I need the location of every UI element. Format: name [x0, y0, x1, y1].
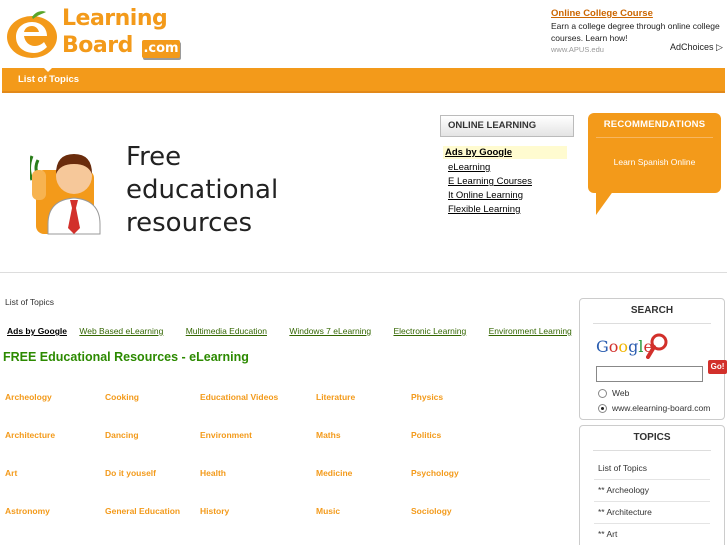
topic-link[interactable]: Archeology [5, 392, 52, 402]
topic-link[interactable]: Sociology [411, 506, 452, 516]
topic-link[interactable]: Physics [411, 392, 443, 402]
site-logo[interactable]: Learning Board .com [6, 5, 181, 61]
search-go-button[interactable]: Go! [708, 360, 727, 374]
topic-grid: Archeology Cooking Educational Videos Liter… [5, 392, 485, 545]
online-learning-link[interactable]: Flexible Learning [448, 204, 567, 215]
online-learning-link[interactable]: It Online Learning [448, 190, 567, 201]
breadcrumb[interactable]: List of Topics [5, 297, 54, 307]
recommendations-divider [596, 137, 713, 138]
logo-word-board: Board [62, 33, 133, 58]
nav-item-list-of-topics[interactable]: List of Topics [18, 74, 79, 85]
hero-line: Free [126, 142, 182, 172]
topic-link[interactable]: General Education [105, 506, 180, 516]
topic-separator [594, 501, 710, 502]
section-divider [0, 272, 727, 273]
topic-link[interactable]: History [200, 506, 229, 516]
google-logo: Google [596, 337, 653, 356]
ad-link[interactable]: Multimedia Education [186, 326, 267, 336]
topics-divider [593, 450, 711, 451]
hero-tagline: Free educational resources [126, 141, 278, 240]
topic-link[interactable]: Maths [316, 430, 341, 440]
topic-link[interactable]: Psychology [411, 468, 459, 478]
hero-line: educational [126, 175, 279, 205]
ads-by-google-link[interactable]: Ads by Google [443, 146, 567, 159]
radio-web-label: Web [612, 388, 630, 398]
search-title: SEARCH [630, 305, 674, 316]
ad-link[interactable]: Environment Learning [489, 326, 572, 336]
radio-site-label: www.elearning-board.com [612, 403, 711, 413]
ad-link[interactable]: Web Based eLearning [79, 326, 163, 336]
page-title: FREE Educational Resources - eLearning [3, 350, 249, 364]
sidebar-topic-link[interactable]: List of Topics [598, 463, 647, 473]
search-divider [593, 323, 711, 324]
nav-notch [44, 68, 52, 72]
online-learning-links: Ads by Google eLearning E Learning Cours… [443, 146, 567, 215]
ads-by-google-link[interactable]: Ads by Google [7, 326, 67, 336]
topic-link[interactable]: Architecture [5, 430, 55, 440]
topic-link[interactable]: Do it youself [105, 468, 156, 478]
topic-link[interactable]: Literature [316, 392, 355, 402]
topic-separator [594, 523, 710, 524]
student-illustration-icon [30, 154, 101, 235]
adchoices-link[interactable]: AdChoices ▷ [670, 42, 723, 53]
topic-link[interactable]: Health [200, 468, 226, 478]
ad-link[interactable]: Windows 7 eLearning [289, 326, 371, 336]
topic-link[interactable]: Cooking [105, 392, 139, 402]
ad-links-bar: Ads by Google Web Based eLearning Multim… [7, 326, 572, 336]
sidebar-topic-link[interactable]: ** Art [598, 529, 617, 539]
topic-link[interactable]: Educational Videos [200, 392, 278, 402]
topic-link[interactable]: Politics [411, 430, 441, 440]
online-learning-link[interactable]: E Learning Courses [448, 176, 567, 187]
topic-link[interactable]: Environment [200, 430, 252, 440]
main-nav: List of Topics [2, 68, 725, 93]
logo-word-learning: Learning [62, 6, 168, 31]
radio-web-option[interactable]: Web [598, 388, 629, 398]
hero-line: resources [126, 208, 253, 238]
topic-link[interactable]: Medicine [316, 468, 352, 478]
magnifier-icon [646, 333, 668, 359]
recommendation-link[interactable]: Learn Spanish Online [588, 157, 721, 167]
topic-link[interactable]: Dancing [105, 430, 139, 440]
search-panel [579, 298, 725, 420]
apple-e-logo-icon [7, 11, 57, 58]
topic-link[interactable]: Music [316, 506, 340, 516]
topics-title: TOPICS [633, 432, 671, 443]
topic-separator [594, 479, 710, 480]
radio-site-option[interactable]: www.elearning-board.com [598, 403, 710, 413]
topic-link[interactable]: Art [5, 468, 17, 478]
radio-site[interactable] [598, 403, 607, 413]
recommendations-tail [596, 190, 614, 215]
recommendations-title: RECOMMENDATIONS [603, 119, 706, 130]
radio-web[interactable] [598, 388, 607, 398]
online-learning-link[interactable]: eLearning [448, 162, 567, 173]
top-ad-title[interactable]: Online College Course [551, 8, 723, 20]
logo-com-badge: .com [142, 40, 180, 58]
ad-link[interactable]: Electronic Learning [393, 326, 466, 336]
sidebar-topic-link[interactable]: ** Architecture [598, 507, 652, 517]
top-ad-text: Earn a college degree through online col… [551, 21, 720, 43]
search-input[interactable] [596, 366, 703, 382]
sidebar-topic-link[interactable]: ** Archeology [598, 485, 649, 495]
online-learning-header: ONLINE LEARNING [440, 115, 574, 137]
topic-link[interactable]: Astronomy [5, 506, 50, 516]
header: Learning Board .com Online College Cours… [0, 0, 727, 68]
